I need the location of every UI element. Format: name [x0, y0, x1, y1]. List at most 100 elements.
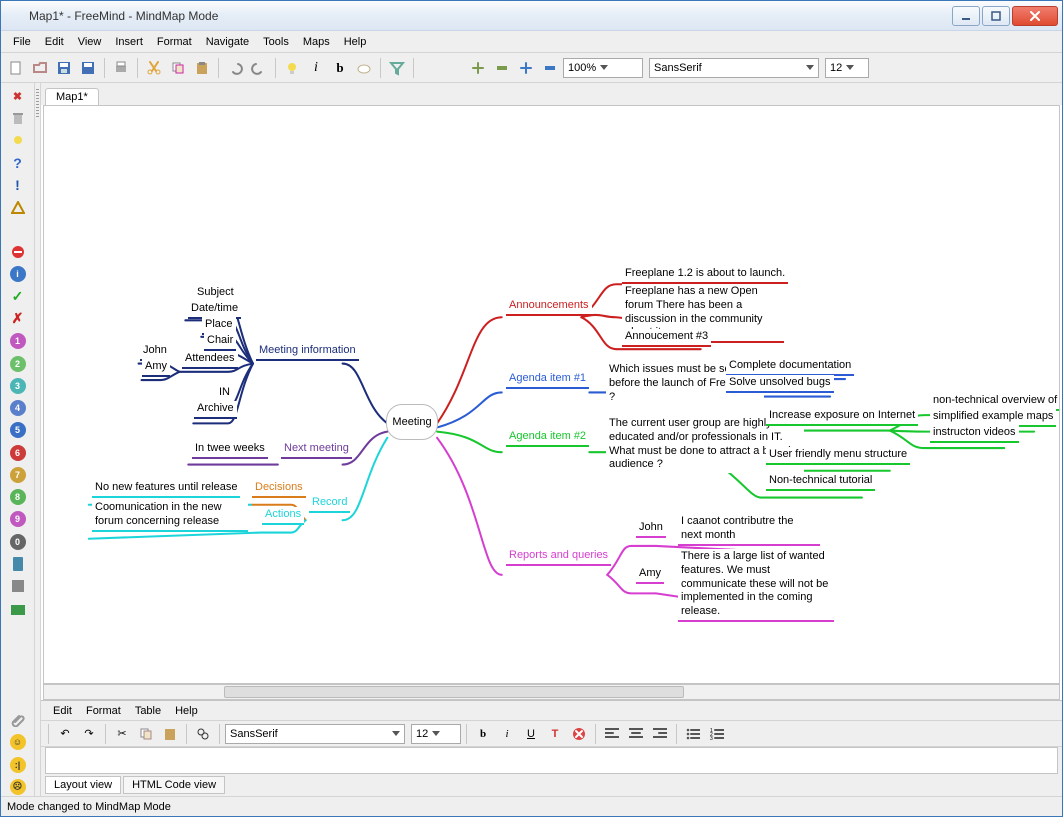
question-icon[interactable]: ? — [8, 154, 28, 172]
editor-undo-button[interactable]: ↶ — [54, 723, 76, 745]
mindmap-canvas[interactable]: Meeting Announcements Freeplane 1.2 is a… — [43, 105, 1060, 684]
node-actions[interactable]: Actions — [262, 507, 304, 525]
add-child-icon[interactable] — [515, 57, 537, 79]
editor-menu-edit[interactable]: Edit — [47, 703, 78, 719]
redo-button[interactable] — [248, 57, 270, 79]
editor-font-combo[interactable]: SansSerif — [225, 724, 405, 744]
priority-5-icon[interactable]: 5 — [8, 421, 28, 439]
node-exposure[interactable]: Increase exposure on Internet — [766, 408, 918, 426]
nav-right-button[interactable] — [443, 57, 465, 79]
menu-navigate[interactable]: Navigate — [200, 34, 255, 50]
font-combo[interactable]: SansSerif — [649, 58, 819, 78]
menu-view[interactable]: View — [72, 34, 108, 50]
menu-maps[interactable]: Maps — [297, 34, 336, 50]
minimize-button[interactable] — [952, 6, 980, 26]
priority-3-icon[interactable]: 3 — [8, 377, 28, 395]
warning-icon[interactable] — [8, 198, 28, 216]
canvas-hscrollbar[interactable] — [43, 684, 1060, 700]
node-record[interactable]: Record — [309, 495, 350, 513]
list-ul-button[interactable] — [682, 723, 704, 745]
fontsize-combo[interactable]: 12 — [825, 58, 869, 78]
open-button[interactable] — [29, 57, 51, 79]
close-button[interactable] — [1012, 6, 1058, 26]
list-ol-button[interactable]: 123 — [706, 723, 728, 745]
zoom-combo[interactable]: 100% — [563, 58, 643, 78]
node-reports[interactable]: Reports and queries — [506, 548, 611, 566]
bold-button[interactable]: b — [329, 57, 351, 79]
arrow-up-icon[interactable] — [8, 666, 28, 684]
priority-6-icon[interactable]: 6 — [8, 444, 28, 462]
idea-icon[interactable] — [281, 57, 303, 79]
node-rep-john-note[interactable]: I caanot contributre the next month — [678, 514, 820, 546]
copy-button[interactable] — [167, 57, 189, 79]
node-att-amy[interactable]: Amy — [142, 359, 170, 377]
delete-icon[interactable]: ✖ — [8, 87, 28, 105]
node-menustruct[interactable]: User friendly menu structure — [766, 447, 910, 465]
menu-file[interactable]: File — [7, 34, 37, 50]
tab-html-view[interactable]: HTML Code view — [123, 776, 225, 794]
priority-8-icon[interactable]: 8 — [8, 488, 28, 506]
menu-insert[interactable]: Insert — [109, 34, 149, 50]
nav-left-button[interactable] — [419, 57, 441, 79]
smile-icon[interactable]: ☺ — [8, 733, 28, 751]
attach-icon[interactable] — [8, 711, 28, 729]
maximize-button[interactable] — [982, 6, 1010, 26]
arrow-left-icon[interactable] — [8, 622, 28, 640]
editor-clear-button[interactable] — [568, 723, 590, 745]
node-compdoc[interactable]: Complete documentation — [726, 358, 854, 376]
editor-size-combo[interactable]: 12 — [411, 724, 461, 744]
node-tutorial[interactable]: Non-technical tutorial — [766, 473, 875, 491]
align-center-button[interactable] — [625, 723, 647, 745]
editor-copy-button[interactable] — [135, 723, 157, 745]
node-rep-amy-note[interactable]: There is a large list of wanted features… — [678, 549, 834, 622]
node-ann-3[interactable]: Annoucement #3 — [622, 329, 711, 347]
node-nofeatures[interactable]: No new features until release — [92, 480, 240, 498]
node-announcements[interactable]: Announcements — [506, 298, 592, 316]
editor-color-button[interactable]: T — [544, 723, 566, 745]
disk-icon[interactable] — [8, 577, 28, 595]
sad-icon[interactable]: ☹ — [8, 778, 28, 796]
saveas-button[interactable] — [77, 57, 99, 79]
node-meetinfo[interactable]: Meeting information — [256, 343, 359, 361]
new-button[interactable] — [5, 57, 27, 79]
root-node[interactable]: Meeting — [386, 404, 438, 440]
phone-icon[interactable] — [8, 555, 28, 573]
trash-icon[interactable] — [8, 109, 28, 127]
editor-menu-table[interactable]: Table — [129, 703, 167, 719]
add-sibling-icon[interactable] — [467, 57, 489, 79]
node-chair[interactable]: Chair — [204, 333, 236, 351]
paste-button[interactable] — [191, 57, 213, 79]
editor-bold-button[interactable]: b — [472, 723, 494, 745]
menu-tools[interactable]: Tools — [257, 34, 295, 50]
node-agenda2[interactable]: Agenda item #2 — [506, 429, 589, 447]
editor-cut-button[interactable]: ✂ — [111, 723, 133, 745]
node-agenda1[interactable]: Agenda item #1 — [506, 371, 589, 389]
node-rep-john[interactable]: John — [636, 520, 666, 538]
node-nextmeeting[interactable]: Next meeting — [281, 441, 352, 459]
bulb-icon[interactable] — [8, 132, 28, 150]
cut-button[interactable] — [143, 57, 165, 79]
no-icon[interactable]: ✗ — [8, 310, 28, 328]
arrow-right-icon[interactable] — [8, 644, 28, 662]
stop-icon[interactable] — [8, 221, 28, 239]
tab-layout-view[interactable]: Layout view — [45, 776, 121, 794]
editor-italic-button[interactable]: i — [496, 723, 518, 745]
arrow-down-icon[interactable] — [8, 689, 28, 707]
exclaim-icon[interactable]: ! — [8, 176, 28, 194]
cloud-icon[interactable] — [353, 57, 375, 79]
deny-icon[interactable] — [8, 243, 28, 261]
print-button[interactable] — [110, 57, 132, 79]
italic-button[interactable]: i — [305, 57, 327, 79]
editor-menu-format[interactable]: Format — [80, 703, 127, 719]
editor-body[interactable] — [45, 747, 1058, 774]
funnel-icon[interactable] — [386, 57, 408, 79]
priority-1-icon[interactable]: 1 — [8, 332, 28, 350]
tab-map1[interactable]: Map1* — [45, 88, 99, 105]
node-intwoweeks[interactable]: In twee weeks — [192, 441, 268, 459]
folder-icon[interactable] — [8, 599, 28, 617]
node-ann-1[interactable]: Freeplane 1.2 is about to launch. — [622, 266, 788, 284]
undo-button[interactable] — [224, 57, 246, 79]
menu-help[interactable]: Help — [338, 34, 373, 50]
menu-edit[interactable]: Edit — [39, 34, 70, 50]
priority-7-icon[interactable]: 7 — [8, 466, 28, 484]
